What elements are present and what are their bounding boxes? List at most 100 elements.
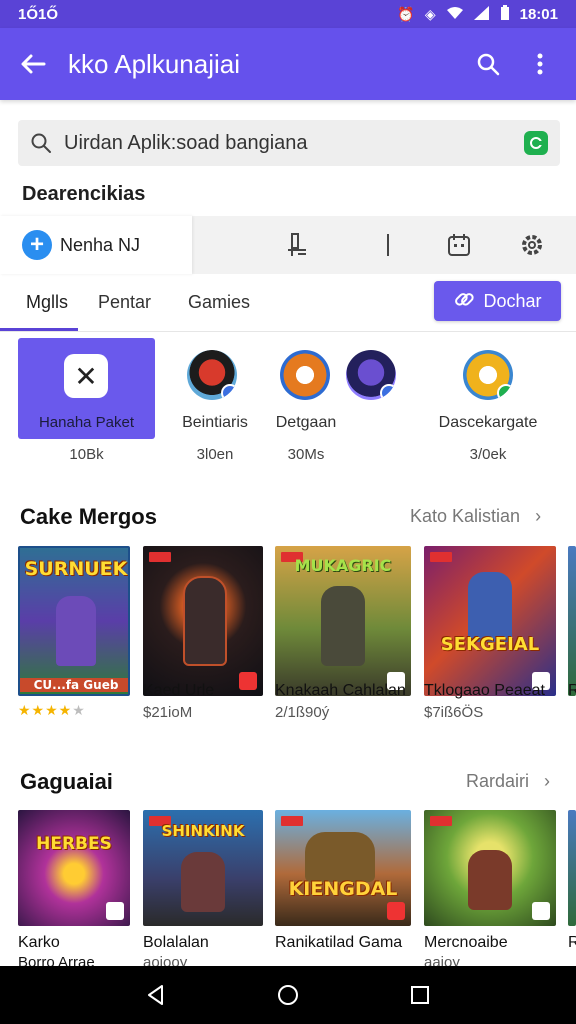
category-label: Dascekargate xyxy=(438,414,538,431)
nav-back-icon[interactable] xyxy=(136,975,176,1015)
game-caption: SHINKINK xyxy=(161,822,245,840)
tab-games[interactable]: Gamies xyxy=(188,292,250,313)
game-meta: 2/1ß90ý xyxy=(275,704,330,721)
row-more-link[interactable]: Rardairi › xyxy=(466,771,550,792)
badge-icon xyxy=(221,384,237,400)
category-count: 10Bk xyxy=(69,446,104,463)
tab-indicator xyxy=(0,328,78,331)
category-label: Hanaha Paket xyxy=(38,414,135,431)
tools-icon: ✕ xyxy=(64,354,108,398)
settings-icon[interactable] xyxy=(517,230,547,260)
category-avatar xyxy=(280,350,330,400)
page-title: kko Aplkunajiai xyxy=(68,48,240,79)
game-name: Kaed Urle xyxy=(143,682,215,699)
game-caption: HERBES xyxy=(36,834,112,854)
category-item-selected[interactable]: ✕ Hanaha Paket xyxy=(18,338,155,439)
game-caption: SEKGEIAL xyxy=(440,634,540,655)
badge-icon xyxy=(497,384,513,400)
section-title: Dearencikias xyxy=(22,183,146,205)
game-name: Bolalalan xyxy=(143,934,209,951)
search-input[interactable]: Uirdan Aplik:soad bangiana xyxy=(18,120,560,166)
battery-icon xyxy=(500,5,510,23)
game-caption: SURNUEK xyxy=(24,558,128,580)
game-thumbnail xyxy=(568,546,576,696)
character-art xyxy=(468,850,512,910)
new-button-label: Nenha NJ xyxy=(60,234,141,255)
rating-stars: ★★★★★ xyxy=(18,702,86,718)
sale-badge xyxy=(149,552,171,562)
game-thumbnail: SURNUEK CU...fa Gueb xyxy=(18,546,130,696)
more-vert-icon[interactable] xyxy=(520,44,560,84)
row-title: Gaguaiai xyxy=(20,769,113,794)
search-icon xyxy=(31,133,51,153)
status-time-right: 18:01 xyxy=(519,5,558,23)
game-name: Tklogaao Peaeat xyxy=(424,682,545,699)
game-thumbnail xyxy=(424,810,556,926)
link-icon xyxy=(453,288,475,315)
game-name: R xyxy=(568,934,576,951)
search-icon[interactable] xyxy=(468,44,508,84)
nav-home-icon[interactable] xyxy=(268,975,308,1015)
system-nav-bar xyxy=(0,966,576,1024)
app-bar: kko Aplkunajiai xyxy=(0,28,576,100)
status-bar: 1Ő1Ő ⏰ ◈ 18:01 xyxy=(0,0,576,28)
chevron-right-icon: › xyxy=(535,506,542,526)
tab-action-label: Dochar xyxy=(483,290,542,311)
back-arrow-icon[interactable] xyxy=(16,47,50,81)
tab-action-button[interactable]: Dochar xyxy=(434,281,561,321)
refresh-badge-icon[interactable] xyxy=(524,131,548,155)
game-thumbnail: SEKGEIAL xyxy=(424,546,556,696)
game-caption-sub: CU...fa Gueb xyxy=(20,678,128,692)
character-art xyxy=(181,852,225,912)
wifi-icon xyxy=(446,6,464,22)
calendar-icon[interactable] xyxy=(444,230,474,260)
tab-pentar[interactable]: Pentar xyxy=(98,292,151,313)
controller-icon xyxy=(532,902,550,920)
signal-icon xyxy=(473,6,490,22)
tool-a-icon[interactable] xyxy=(282,230,312,260)
game-caption: KIENGDAL xyxy=(288,878,398,900)
sale-badge xyxy=(430,552,452,562)
chevron-right-icon: › xyxy=(544,771,551,791)
new-button[interactable]: + Nenha NJ xyxy=(0,216,192,274)
category-count: 30Ms xyxy=(287,446,325,463)
toolbar-row: + Nenha NJ xyxy=(0,216,576,274)
row-title: Cake Mergos xyxy=(20,504,157,529)
category-avatar xyxy=(187,350,237,400)
game-thumbnail xyxy=(143,546,263,696)
vibrate-icon: ◈ xyxy=(424,6,436,22)
game-name: R xyxy=(568,682,576,699)
game-thumbnail: SHINKINK xyxy=(143,810,263,926)
character-art xyxy=(183,576,227,666)
game-thumbnail: HERBES xyxy=(18,810,130,926)
game-thumbnail: KIENGDAL xyxy=(275,810,411,926)
status-time-left: 1Ő1Ő xyxy=(18,5,59,23)
game-thumbnail xyxy=(568,810,576,926)
character-art xyxy=(305,832,375,882)
controller-icon xyxy=(106,902,124,920)
category-avatar xyxy=(346,350,396,400)
heart-icon xyxy=(239,672,257,690)
game-name: Mercnoaibe xyxy=(424,934,508,951)
character-art xyxy=(468,572,512,642)
category-count: 3/0ek xyxy=(469,446,507,463)
game-name: Karko xyxy=(18,934,60,951)
character-art xyxy=(321,586,365,666)
search-text: Uirdan Aplik:soad bangiana xyxy=(64,131,308,154)
character-art xyxy=(56,596,96,666)
sale-badge xyxy=(430,816,452,826)
game-name: Ranikatilad Gama xyxy=(275,934,403,951)
game-caption: MUKAGRIC xyxy=(294,556,392,575)
badge-icon xyxy=(380,384,396,400)
divider-icon xyxy=(373,230,403,260)
row-more-link[interactable]: Kato Kalistian › xyxy=(410,506,541,527)
game-name: Knakaah Cahlalan xyxy=(275,682,406,699)
game-meta: $7iß6ÖS xyxy=(424,704,484,721)
category-label: Detgaan xyxy=(275,414,337,431)
tab-malls[interactable]: Mglls xyxy=(26,292,68,313)
nav-recents-icon[interactable] xyxy=(400,975,440,1015)
sale-badge xyxy=(281,816,303,826)
status-icons: ⏰ ◈ 18:01 xyxy=(397,5,558,23)
category-avatar xyxy=(463,350,513,400)
game-meta: $21ioM xyxy=(143,704,193,721)
